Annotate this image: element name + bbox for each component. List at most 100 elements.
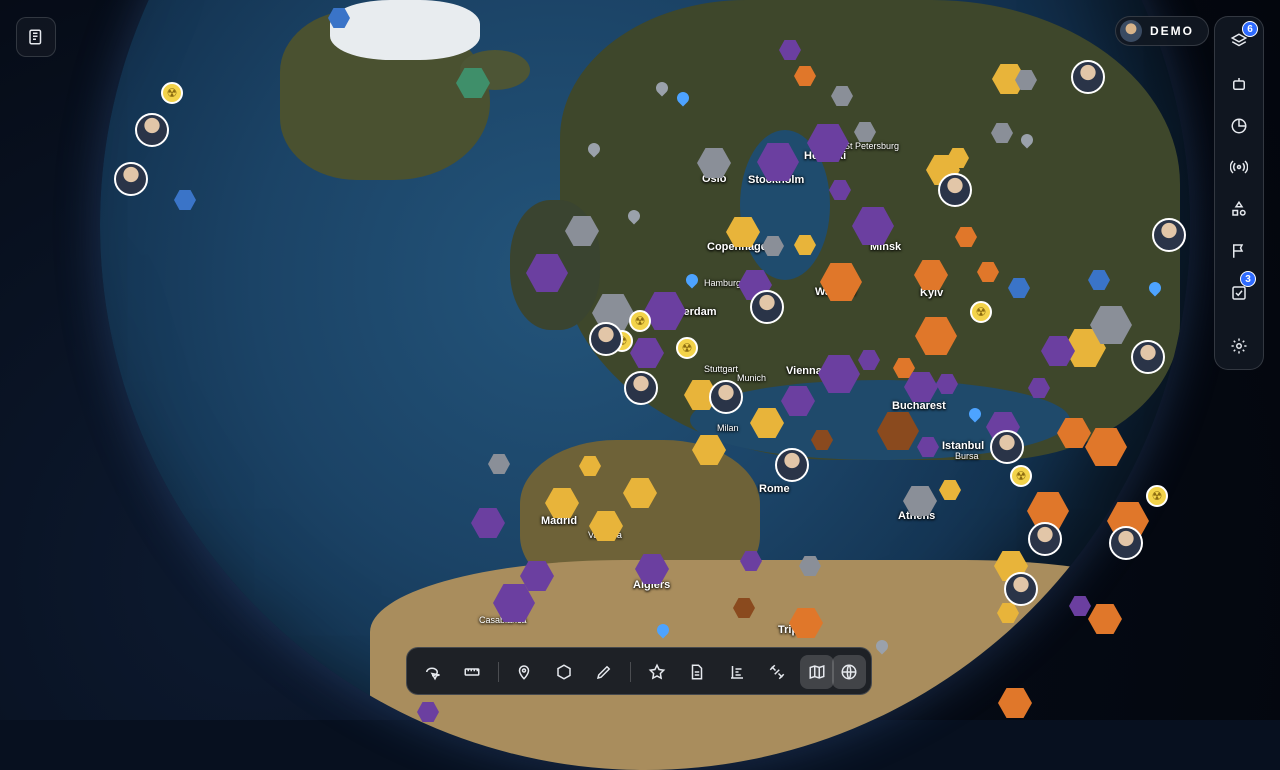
map-view-button[interactable]	[800, 655, 834, 689]
select-tool-button[interactable]	[415, 655, 449, 689]
hex-marker[interactable]	[998, 688, 1032, 718]
water-drop-icon[interactable]	[674, 89, 692, 107]
hex-marker[interactable]	[977, 262, 999, 282]
leader-avatar[interactable]	[938, 173, 972, 207]
hex-marker[interactable]	[854, 122, 876, 142]
hex-marker[interactable]	[589, 511, 623, 541]
leader-avatar[interactable]	[775, 448, 809, 482]
hex-marker[interactable]	[630, 338, 664, 368]
hex-marker[interactable]	[779, 40, 801, 60]
hex-marker[interactable]	[1085, 428, 1127, 466]
hex-marker[interactable]	[811, 430, 833, 450]
hex-marker[interactable]	[936, 374, 958, 394]
flag-button[interactable]	[1215, 234, 1263, 268]
hex-marker[interactable]	[794, 235, 816, 255]
hex-marker[interactable]	[991, 123, 1013, 143]
hex-marker[interactable]	[818, 355, 860, 393]
analytics-button[interactable]	[1215, 109, 1263, 143]
nuclear-icon[interactable]: ☢	[1146, 485, 1168, 507]
broadcast-button[interactable]	[1215, 150, 1263, 184]
leader-avatar[interactable]	[1071, 60, 1105, 94]
hex-marker[interactable]	[471, 508, 505, 538]
favorites-button[interactable]	[640, 655, 674, 689]
hex-marker[interactable]	[852, 207, 894, 245]
nuclear-icon[interactable]: ☢	[629, 310, 651, 332]
hex-marker[interactable]	[997, 603, 1019, 623]
news-panel-button[interactable]	[16, 17, 56, 57]
hex-marker[interactable]	[829, 180, 851, 200]
hex-marker[interactable]	[328, 8, 350, 28]
robot-button[interactable]	[1215, 67, 1263, 101]
leader-avatar[interactable]	[709, 380, 743, 414]
layers-button[interactable]: 6	[1215, 21, 1263, 58]
leader-avatar[interactable]	[589, 322, 623, 356]
hex-marker[interactable]	[955, 227, 977, 247]
location-pin-icon[interactable]	[625, 207, 643, 225]
hex-marker[interactable]	[915, 317, 957, 355]
hex-marker[interactable]	[757, 143, 799, 181]
leader-avatar[interactable]	[624, 371, 658, 405]
hex-marker[interactable]	[692, 435, 726, 465]
leader-avatar[interactable]	[1152, 218, 1186, 252]
nuclear-icon[interactable]: ☢	[676, 337, 698, 359]
hex-marker[interactable]	[858, 350, 880, 370]
hex-marker[interactable]	[1069, 596, 1091, 616]
draw-tool-button[interactable]	[587, 655, 621, 689]
hex-marker[interactable]	[488, 454, 510, 474]
satellite-button[interactable]	[760, 655, 794, 689]
shapes-button[interactable]	[1215, 192, 1263, 226]
nuclear-icon[interactable]: ☢	[970, 301, 992, 323]
hex-marker[interactable]	[1008, 278, 1030, 298]
location-pin-icon[interactable]	[873, 637, 891, 655]
hex-marker[interactable]	[762, 236, 784, 256]
location-pin-icon[interactable]	[1018, 131, 1036, 149]
charts-button[interactable]	[720, 655, 754, 689]
hex-marker[interactable]	[526, 254, 568, 292]
hex-marker[interactable]	[726, 217, 760, 247]
hex-marker[interactable]	[1057, 418, 1091, 448]
nuclear-icon[interactable]: ☢	[161, 82, 183, 104]
pin-tool-button[interactable]	[507, 655, 541, 689]
leader-avatar[interactable]	[1028, 522, 1062, 556]
hex-marker[interactable]	[740, 551, 762, 571]
water-drop-icon[interactable]	[1146, 279, 1164, 297]
hex-marker[interactable]	[917, 437, 939, 457]
tasks-button[interactable]: 3	[1215, 271, 1263, 310]
location-pin-icon[interactable]	[585, 140, 603, 158]
location-pin-icon[interactable]	[653, 79, 671, 97]
leader-avatar[interactable]	[1131, 340, 1165, 374]
leader-avatar[interactable]	[1004, 572, 1038, 606]
hex-marker[interactable]	[1028, 378, 1050, 398]
hex-marker[interactable]	[733, 598, 755, 618]
hex-marker[interactable]	[417, 702, 439, 722]
report-button[interactable]	[680, 655, 714, 689]
hex-marker[interactable]	[914, 260, 948, 290]
hex-marker[interactable]	[635, 554, 669, 584]
leader-avatar[interactable]	[114, 162, 148, 196]
hex-marker[interactable]	[1088, 604, 1122, 634]
leader-avatar[interactable]	[135, 113, 169, 147]
settings-button[interactable]	[1215, 329, 1263, 363]
hex-marker[interactable]	[456, 68, 490, 98]
hex-marker[interactable]	[750, 408, 784, 438]
leader-avatar[interactable]	[750, 290, 784, 324]
water-drop-icon[interactable]	[654, 621, 672, 639]
hex-marker[interactable]	[903, 486, 937, 516]
water-drop-icon[interactable]	[683, 271, 701, 289]
hex-marker[interactable]	[565, 216, 599, 246]
hex-marker[interactable]	[831, 86, 853, 106]
hex-marker[interactable]	[794, 66, 816, 86]
hex-marker[interactable]	[789, 608, 823, 638]
hex-marker[interactable]	[781, 386, 815, 416]
account-pill[interactable]: DEMO	[1115, 16, 1209, 46]
hex-marker[interactable]	[545, 488, 579, 518]
hex-marker[interactable]	[174, 190, 196, 210]
leader-avatar[interactable]	[990, 430, 1024, 464]
hex-marker[interactable]	[697, 148, 731, 178]
hex-marker[interactable]	[807, 124, 849, 162]
globe-view-button[interactable]	[832, 655, 866, 689]
hex-marker[interactable]	[939, 480, 961, 500]
hex-marker[interactable]	[820, 263, 862, 301]
measure-tool-button[interactable]	[455, 655, 489, 689]
hex-marker[interactable]	[579, 456, 601, 476]
